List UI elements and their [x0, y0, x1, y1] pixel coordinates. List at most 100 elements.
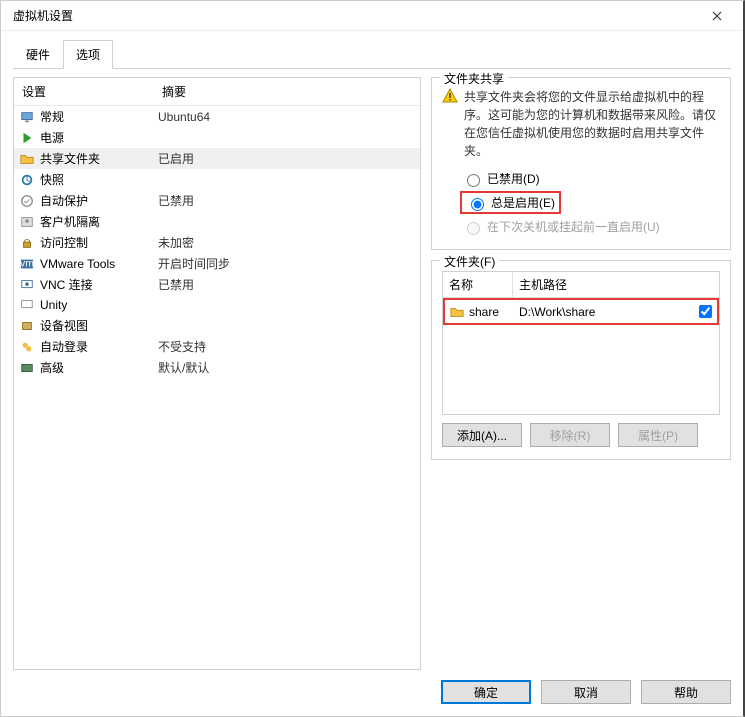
- window-title: 虚拟机设置: [13, 7, 73, 24]
- list-row[interactable]: 共享文件夹已启用: [14, 148, 420, 169]
- row-summary: Ubuntu64: [158, 110, 416, 124]
- radio-always-input[interactable]: [471, 198, 484, 211]
- list-row[interactable]: 访问控制未加密: [14, 232, 420, 253]
- highlight-always: 总是启用(E): [460, 191, 561, 214]
- close-icon: [712, 11, 722, 21]
- row-summary: 未加密: [158, 234, 416, 251]
- radio-always-wrap: 总是启用(E): [442, 189, 720, 216]
- panels: 设置 摘要 常规Ubuntu64电源共享文件夹已启用快照自动保护已禁用客户机隔离…: [13, 69, 731, 670]
- tab-options[interactable]: 选项: [63, 40, 113, 69]
- col-summary: 摘要: [154, 78, 420, 105]
- th-path: 主机路径: [513, 272, 719, 297]
- row-summary: 已禁用: [158, 192, 416, 209]
- folder-check[interactable]: [697, 302, 713, 321]
- folder-name: share: [469, 305, 519, 319]
- vmw-icon: vm: [18, 256, 36, 272]
- folder-row[interactable]: shareD:\Work\share: [443, 298, 719, 325]
- row-summary: 开启时间同步: [158, 255, 416, 272]
- radio-disabled-input[interactable]: [467, 174, 480, 187]
- settings-window: 虚拟机设置 硬件 选项 设置 摘要 常规Ubuntu64电源共享文件夹已启用快照…: [0, 0, 745, 717]
- spacer: [431, 470, 731, 670]
- lock-icon: [18, 235, 36, 251]
- device-icon: [18, 318, 36, 334]
- row-label: 设备视图: [40, 317, 158, 334]
- radio-until-label: 在下次关机或挂起前一直启用(U): [487, 218, 660, 235]
- folders-group: 文件夹(F) 名称 主机路径 shareD:\Work\share 添加(A).…: [431, 260, 731, 460]
- vnc-icon: [18, 277, 36, 293]
- ok-button[interactable]: 确定: [441, 680, 531, 704]
- folders-body: shareD:\Work\share: [443, 298, 719, 325]
- list-row[interactable]: 电源: [14, 127, 420, 148]
- row-label: VMware Tools: [40, 257, 158, 271]
- row-label: VNC 连接: [40, 276, 158, 293]
- warning-block: 共享文件夹会将您的文件显示给虚拟机中的程序。这可能为您的计算机和数据带来风险。请…: [442, 88, 720, 160]
- close-button[interactable]: [697, 2, 737, 30]
- list-row[interactable]: 客户机隔离: [14, 211, 420, 232]
- row-label: 自动登录: [40, 338, 158, 355]
- row-label: 高级: [40, 359, 158, 376]
- row-label: Unity: [40, 298, 158, 312]
- play-icon: [18, 130, 36, 146]
- footer: 确定 取消 帮助: [13, 670, 731, 706]
- snapshot-icon: [18, 172, 36, 188]
- row-summary: 已禁用: [158, 276, 416, 293]
- folders-thead: 名称 主机路径: [443, 272, 719, 298]
- row-label: 快照: [40, 171, 158, 188]
- right-panel: 文件夹共享 共享文件夹会将您的文件显示给虚拟机中的程序。这可能为您的计算机和数据…: [431, 77, 731, 670]
- radio-until-input: [467, 222, 480, 235]
- row-label: 自动保护: [40, 192, 158, 209]
- row-label: 共享文件夹: [40, 150, 158, 167]
- radio-until: 在下次关机或挂起前一直启用(U): [442, 216, 720, 237]
- share-group: 文件夹共享 共享文件夹会将您的文件显示给虚拟机中的程序。这可能为您的计算机和数据…: [431, 77, 731, 250]
- settings-list: 设置 摘要 常规Ubuntu64电源共享文件夹已启用快照自动保护已禁用客户机隔离…: [13, 77, 421, 670]
- share-title: 文件夹共享: [440, 70, 508, 87]
- row-label: 电源: [40, 129, 158, 146]
- row-summary: 已启用: [158, 150, 416, 167]
- list-row[interactable]: vm VMware Tools开启时间同步: [14, 253, 420, 274]
- tabs: 硬件 选项: [13, 39, 731, 69]
- body: 硬件 选项 设置 摘要 常规Ubuntu64电源共享文件夹已启用快照自动保护已禁…: [1, 31, 743, 716]
- folder-share-icon: [18, 151, 36, 167]
- list-row[interactable]: 高级默认/默认: [14, 357, 420, 378]
- row-summary: 默认/默认: [158, 359, 416, 376]
- list-row[interactable]: VNC 连接已禁用: [14, 274, 420, 295]
- autologin-icon: [18, 339, 36, 355]
- radio-always-label: 总是启用(E): [491, 194, 555, 211]
- folders-title: 文件夹(F): [440, 253, 499, 270]
- folders-table: 名称 主机路径 shareD:\Work\share: [442, 271, 720, 415]
- list-header: 设置 摘要: [14, 78, 420, 106]
- guest-icon: [18, 214, 36, 230]
- folders-buttons: 添加(A)... 移除(R) 属性(P): [442, 423, 720, 447]
- list-row[interactable]: 自动登录不受支持: [14, 336, 420, 357]
- list-row[interactable]: Unity: [14, 295, 420, 315]
- list-body: 常规Ubuntu64电源共享文件夹已启用快照自动保护已禁用客户机隔离访问控制未加…: [14, 106, 420, 669]
- titlebar: 虚拟机设置: [1, 1, 743, 31]
- cancel-button[interactable]: 取消: [541, 680, 631, 704]
- props-button: 属性(P): [618, 423, 698, 447]
- row-label: 客户机隔离: [40, 213, 158, 230]
- list-row[interactable]: 设备视图: [14, 315, 420, 336]
- col-setting: 设置: [14, 78, 154, 105]
- warning-text: 共享文件夹会将您的文件显示给虚拟机中的程序。这可能为您的计算机和数据带来风险。请…: [464, 88, 720, 160]
- autoprotect-icon: [18, 193, 36, 209]
- help-button[interactable]: 帮助: [641, 680, 731, 704]
- list-row[interactable]: 自动保护已禁用: [14, 190, 420, 211]
- radio-disabled[interactable]: 已禁用(D): [442, 168, 720, 189]
- folder-path: D:\Work\share: [519, 305, 697, 319]
- tab-hardware[interactable]: 硬件: [13, 40, 63, 69]
- unity-icon: [18, 297, 36, 313]
- row-summary: 不受支持: [158, 338, 416, 355]
- radio-disabled-label: 已禁用(D): [487, 170, 540, 187]
- list-row[interactable]: 快照: [14, 169, 420, 190]
- list-row[interactable]: 常规Ubuntu64: [14, 106, 420, 127]
- advanced-icon: [18, 360, 36, 376]
- folder-icon: [449, 305, 465, 319]
- remove-button: 移除(R): [530, 423, 610, 447]
- svg-text:vm: vm: [20, 257, 34, 269]
- add-button[interactable]: 添加(A)...: [442, 423, 522, 447]
- row-label: 常规: [40, 108, 158, 125]
- screen-icon: [18, 109, 36, 125]
- warning-icon: [442, 88, 458, 104]
- row-label: 访问控制: [40, 234, 158, 251]
- th-name: 名称: [443, 272, 513, 297]
